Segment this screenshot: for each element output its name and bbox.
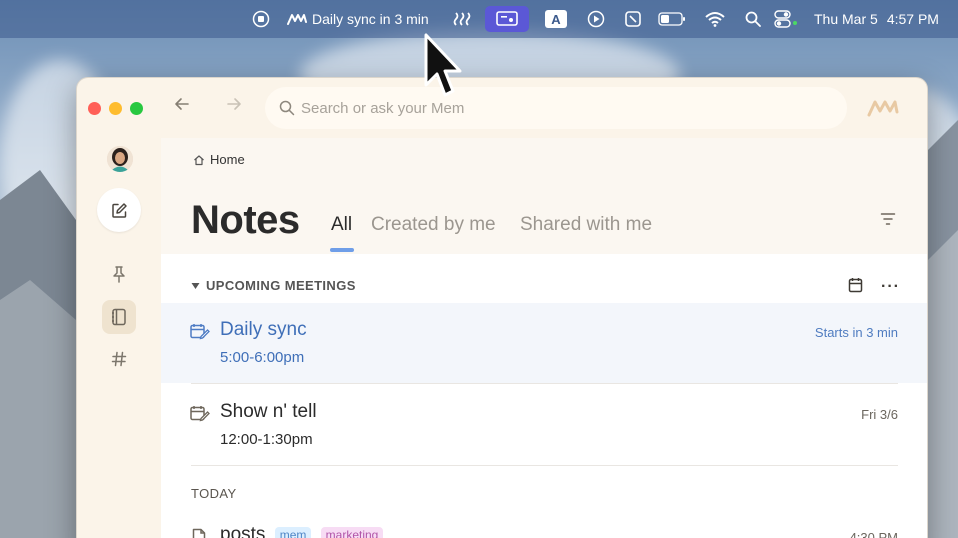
input-source-icon[interactable]: A [544,0,568,38]
spotlight-search-icon[interactable] [744,0,762,38]
play-icon[interactable] [586,0,606,38]
calendar-edit-icon [190,323,210,346]
control-center-icon[interactable] [773,0,801,38]
meeting-status-text: Daily sync in 3 min [312,11,429,27]
forward-arrow-icon[interactable] [226,96,242,117]
filter-icon[interactable] [880,212,896,231]
pinned-button[interactable] [97,252,141,296]
upcoming-meetings-toggle[interactable]: UPCOMING MEETINGS [191,278,356,293]
meeting-time: 5:00-6:00pm [220,349,305,366]
caret-down-icon [191,282,200,289]
left-sidebar [77,138,161,538]
upcoming-meetings-heading: UPCOMING MEETINGS [206,278,356,293]
page-title: Notes [191,198,300,242]
notes-header: Home Notes All Created by me Shared with… [161,138,927,254]
macos-menubar: Daily sync in 3 min A Thu Mar 5 4:57 PM [0,0,958,38]
screen-share-icon[interactable] [485,6,529,32]
divider [191,383,898,384]
mem-logo-icon [867,98,899,123]
divider [191,465,898,466]
record-icon[interactable] [250,0,272,38]
search-bar[interactable] [265,87,847,129]
breadcrumb-home: Home [210,152,245,167]
clipboard-icon[interactable] [622,0,644,38]
battery-icon[interactable] [657,0,687,38]
close-window-button[interactable] [88,102,101,115]
tab-shared-with-me[interactable]: Shared with me [520,214,652,236]
tag-badge[interactable]: mem [274,526,312,538]
tags-button[interactable] [97,337,141,381]
meeting-date: Fri 3/6 [861,407,898,422]
mem-app-window: Home Notes All Created by me Shared with… [76,77,928,538]
compose-icon [111,202,127,218]
notes-nav-button[interactable] [102,300,136,334]
home-icon [194,154,204,165]
wifi-icon[interactable] [704,0,726,38]
notebook-icon [112,308,126,326]
zoom-window-button[interactable] [130,102,143,115]
note-title-line: posts mem marketing [220,524,384,538]
meeting-time: 12:00-1:30pm [220,431,313,448]
tab-created-by-me[interactable]: Created by me [371,214,496,236]
mouse-cursor-icon [424,33,464,104]
meeting-row-show-n-tell[interactable]: Show n' tell 12:00-1:30pm Fri 3/6 [161,385,927,465]
menubar-time: 4:57 PM [886,11,939,27]
minimize-window-button[interactable] [109,102,122,115]
hashtag-icon [111,351,127,367]
meeting-title: Daily sync [220,319,307,340]
search-icon [279,100,295,116]
more-options-icon[interactable]: ··· [881,278,900,296]
menubar-date: Thu Mar 5 [814,11,878,27]
mem-logo-icon [287,14,307,25]
notes-main-pane: Home Notes All Created by me Shared with… [161,138,927,538]
meeting-title: Show n' tell [220,401,317,422]
note-title: posts [220,524,266,538]
menubar-clock[interactable]: Thu Mar 5 4:57 PM [814,0,944,38]
search-input[interactable] [301,99,821,117]
tag-badge[interactable]: marketing [320,526,384,538]
note-time: 4:30 PM [849,530,898,538]
list-item[interactable]: posts mem marketing 4:30 PM [161,524,927,538]
back-arrow-icon[interactable] [174,96,190,117]
tab-all[interactable]: All [331,214,352,236]
new-note-button[interactable] [97,188,141,232]
breadcrumb[interactable]: Home [193,152,245,167]
mem-meeting-status[interactable]: Daily sync in 3 min [287,0,437,38]
calendar-icon[interactable] [848,277,863,298]
avatar[interactable] [107,146,133,172]
meeting-starts-in: Starts in 3 min [814,325,898,340]
document-icon [192,528,206,538]
active-tab-indicator [330,248,354,252]
pin-icon [113,266,125,283]
today-heading: TODAY [191,486,237,501]
calendar-edit-icon [190,405,210,428]
meeting-row-daily-sync[interactable]: Daily sync 5:00-6:00pm Starts in 3 min [161,303,927,383]
